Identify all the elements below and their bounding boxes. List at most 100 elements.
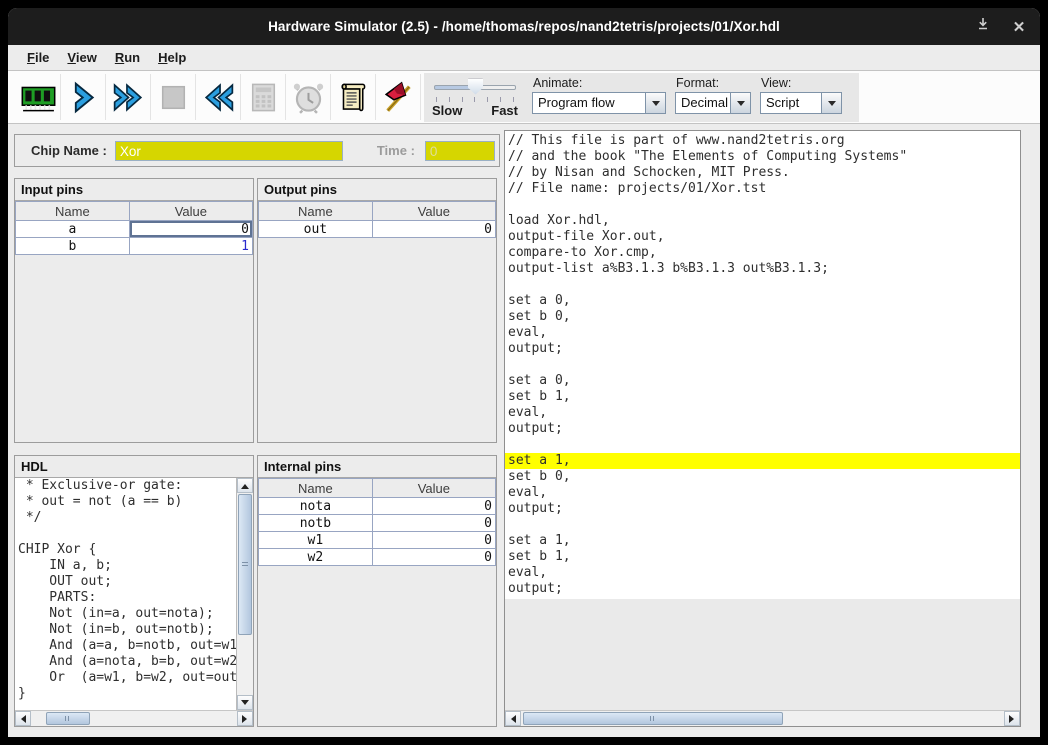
arrow-right-icon	[1009, 715, 1018, 723]
pin-value[interactable]: 0	[372, 549, 495, 566]
menu-file[interactable]: File	[18, 50, 58, 65]
pin-row-nota: nota0	[259, 498, 496, 515]
chevron-down-icon[interactable]	[730, 93, 750, 113]
hdl-vscroll-thumb[interactable]	[238, 494, 252, 635]
pin-name: notb	[259, 515, 373, 532]
hdl-title: HDL	[15, 456, 253, 478]
code-line	[505, 277, 1020, 293]
calculator-icon	[245, 79, 282, 116]
code-line: * out = not (a == b)	[15, 494, 236, 510]
format-select[interactable]: Decimal	[675, 92, 751, 114]
code-line: output-file Xor.out,	[505, 229, 1020, 245]
menu-view[interactable]: View	[58, 50, 105, 65]
script-code: // This file is part of www.nand2tetris.…	[505, 131, 1020, 599]
speed-slider-ticks	[432, 96, 518, 102]
output-pins-panel: Output pins Name Value out0	[257, 178, 497, 443]
reset-icon	[200, 79, 237, 116]
input-pins-title: Input pins	[15, 179, 253, 201]
pin-value[interactable]: 0	[372, 221, 495, 238]
scroll-left-button[interactable]	[15, 711, 31, 726]
code-line: set b 0,	[505, 469, 1020, 485]
code-line: eval,	[505, 325, 1020, 341]
run-icon	[110, 79, 147, 116]
breakpoints-button[interactable]	[376, 74, 421, 120]
internal-pins-table: Name Value nota0notb0w10w20	[258, 478, 496, 566]
column-header-value: Value	[129, 202, 252, 221]
pin-value[interactable]: 0	[372, 532, 495, 549]
code-line	[505, 517, 1020, 533]
pin-value[interactable]: 0	[372, 515, 495, 532]
code-line: }	[15, 686, 236, 702]
pin-value[interactable]: 0	[129, 221, 252, 238]
speed-slider-thumb[interactable]	[468, 79, 483, 95]
menu-run[interactable]: Run	[106, 50, 149, 65]
pin-value[interactable]: 0	[372, 498, 495, 515]
pin-value[interactable]: 1	[129, 238, 252, 255]
hdl-horizontal-scrollbar[interactable]	[15, 710, 253, 726]
code-line: PARTS:	[15, 590, 236, 606]
code-line: eval,	[505, 565, 1020, 581]
input-pins-tbody: a0b1	[16, 221, 253, 255]
minimize-button[interactable]	[966, 8, 1000, 45]
script-line-highlighted: set a 1,	[505, 453, 1020, 469]
column-header-value: Value	[372, 479, 495, 498]
arrow-right-icon	[242, 715, 251, 723]
view-select[interactable]: Script	[760, 92, 842, 114]
pin-row-a: a0	[16, 221, 253, 238]
scroll-up-button[interactable]	[237, 478, 253, 493]
menu-bar: FileViewRunHelp	[8, 45, 1040, 71]
script-horizontal-scrollbar[interactable]	[505, 710, 1020, 726]
code-line: set a 1,	[505, 533, 1020, 549]
chevron-down-icon[interactable]	[821, 93, 841, 113]
single-step-button[interactable]	[61, 74, 106, 120]
code-line: And (a=nota, b=b, out=w2);	[15, 654, 236, 670]
code-line: * Exclusive-or gate:	[15, 478, 236, 494]
close-button[interactable]: ✕	[1002, 8, 1036, 45]
column-header-name: Name	[16, 202, 130, 221]
chip-name-label: Chip Name :	[31, 143, 107, 158]
reset-button[interactable]	[196, 74, 241, 120]
app-window: Hardware Simulator (2.5) - /home/thomas/…	[8, 8, 1040, 737]
scroll-left-button[interactable]	[505, 711, 521, 726]
code-line: set b 1,	[505, 389, 1020, 405]
pin-name: w1	[259, 532, 373, 549]
view-value: Script	[761, 93, 821, 113]
slider-slow-label: Slow	[432, 103, 462, 118]
scroll-right-button[interactable]	[237, 711, 253, 726]
code-line: */	[15, 510, 236, 526]
code-line: Not (in=b, out=notb);	[15, 622, 236, 638]
format-value: Decimal	[676, 93, 730, 113]
pin-name: b	[16, 238, 130, 255]
load-chip-button[interactable]	[16, 74, 61, 120]
speed-slider: Slow Fast	[432, 76, 518, 118]
scroll-right-button[interactable]	[1004, 711, 1020, 726]
stop-button[interactable]	[151, 74, 196, 120]
run-button[interactable]	[106, 74, 151, 120]
code-line: output;	[505, 501, 1020, 517]
hdl-code: * Exclusive-or gate: * out = not (a == b…	[15, 478, 237, 710]
code-line: set a 0,	[505, 293, 1020, 309]
code-line: CHIP Xor {	[15, 542, 236, 558]
internal-pins-title: Internal pins	[258, 456, 496, 478]
code-line: output;	[505, 421, 1020, 437]
minimize-icon	[976, 17, 990, 36]
animate-select[interactable]: Program flow	[532, 92, 666, 114]
load-chip-icon	[20, 79, 57, 116]
hdl-hscroll-thumb[interactable]	[46, 712, 90, 725]
hdl-vertical-scrollbar[interactable]	[237, 478, 253, 710]
clock-button[interactable]	[286, 74, 331, 120]
code-line: output;	[505, 581, 1020, 597]
code-line	[15, 526, 236, 542]
time-field: 0	[425, 141, 495, 161]
chip-name-field[interactable]: Xor	[115, 141, 343, 161]
pin-row-b: b1	[16, 238, 253, 255]
arrow-left-icon	[17, 715, 26, 723]
chevron-down-icon[interactable]	[645, 93, 665, 113]
script-hscroll-thumb[interactable]	[523, 712, 783, 725]
hdl-panel: HDL * Exclusive-or gate: * out = not (a …	[14, 455, 254, 727]
menu-help[interactable]: Help	[149, 50, 195, 65]
calculator-button[interactable]	[241, 74, 286, 120]
code-line: // by Nisan and Schocken, MIT Press.	[505, 165, 1020, 181]
scroll-down-button[interactable]	[237, 695, 253, 710]
view-script-button[interactable]	[331, 74, 376, 120]
